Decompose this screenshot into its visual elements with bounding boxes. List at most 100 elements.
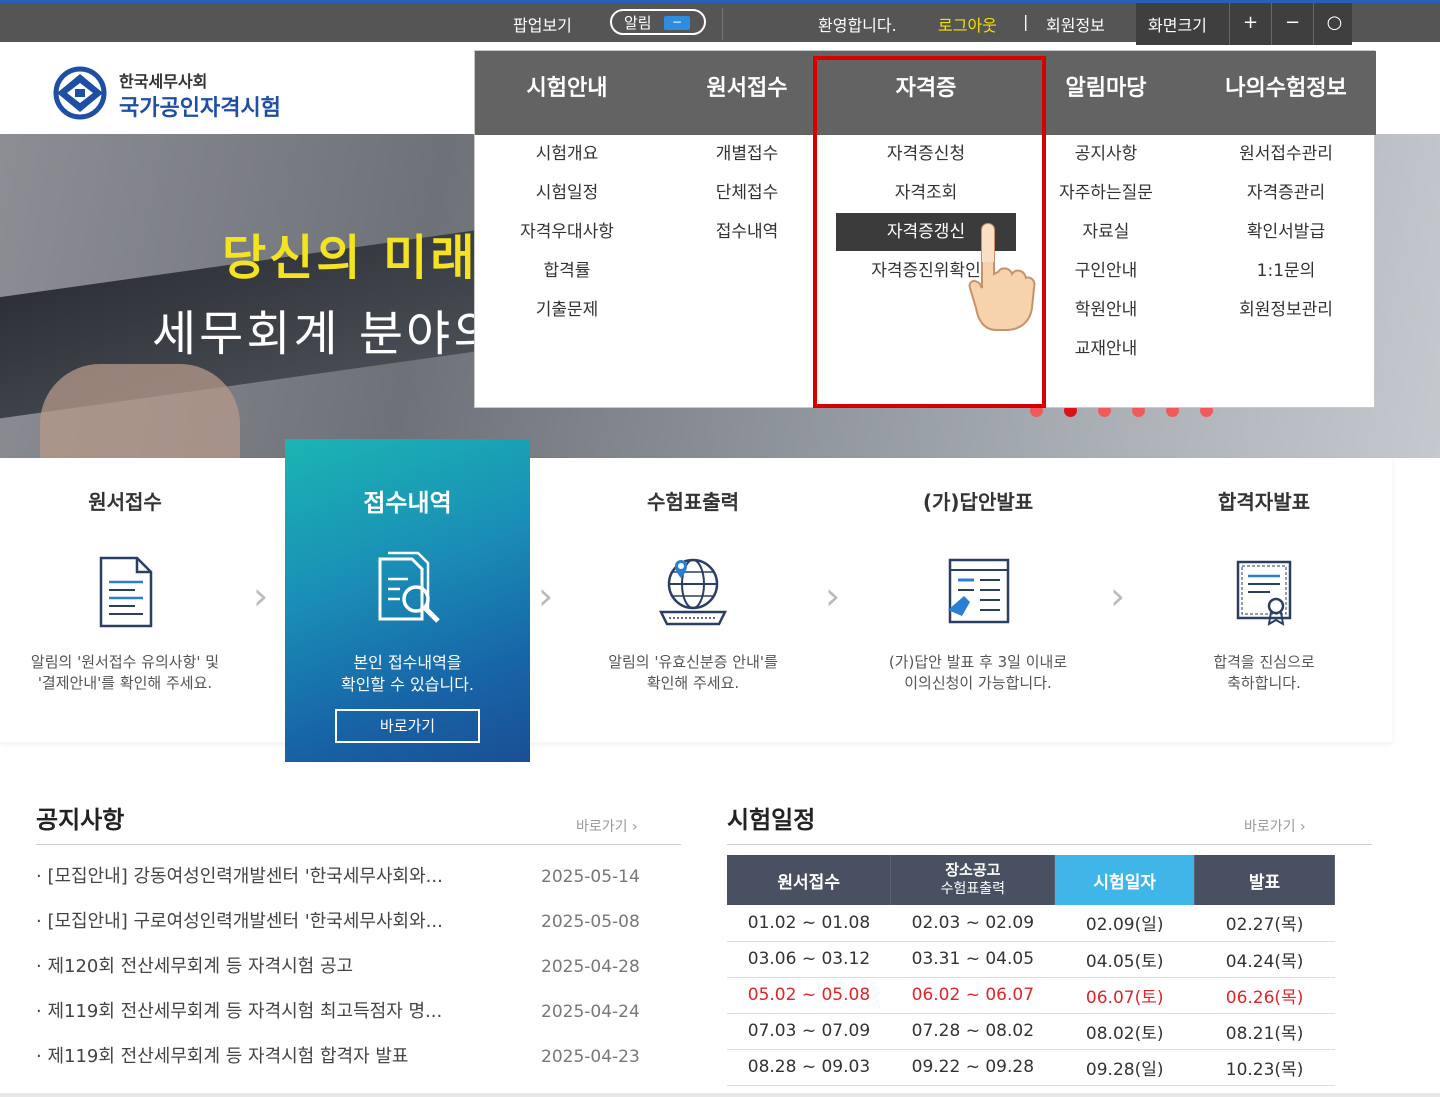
menu-my-exam-info: 나의수험정보 원서접수관리 자격증관리 확인서발급 1:1문의 회원정보관리 (1196, 51, 1376, 336)
table-row: 01.02 ~ 01.08 02.03 ~ 02.09 02.09(일) 02.… (727, 905, 1335, 942)
step-provisional-answers[interactable]: (가)답안발표 (가)답안 발표 후 3일 이내로 이의신청이 가능합니다. (853, 458, 1103, 742)
chevron-right-icon: › (253, 574, 269, 618)
menu-item[interactable]: 회원정보관리 (1196, 297, 1376, 336)
table-cell: 03.06 ~ 03.12 (727, 941, 891, 978)
chevron-right-icon: › (1110, 574, 1126, 618)
logout-link[interactable]: 로그아웃 (938, 12, 997, 36)
pointing-hand-icon (968, 223, 1036, 331)
zoom-in-button[interactable]: + (1229, 3, 1271, 45)
step-desc-line: '결제안내'를 확인해 주세요. (37, 674, 213, 692)
notice-item-title[interactable]: · 제119회 전산세무회계 등 자격시험 최고득점자 명... (36, 997, 506, 1023)
notice-item-title[interactable]: · [모집안내] 구로여성인력개발센터 '한국세무사회와... (36, 907, 506, 933)
menu-item[interactable]: 시험개요 (477, 141, 657, 180)
alarm-toggle[interactable]: 알림 − (610, 9, 706, 35)
notice-section: 공지사항 바로가기 › · [모집안내] 강동여성인력개발센터 '한국세무사회와… (36, 800, 681, 1067)
step-desc: (가)답안 발표 후 3일 이내로 이의신청이 가능합니다. (853, 652, 1103, 694)
step-desc: 합격을 진심으로 축하합니다. (1139, 652, 1389, 694)
notice-item-date: 2025-04-28 (541, 957, 640, 977)
step-receipt-history[interactable]: 접수내역 본인 접수내역을 확인할 수 있습니다. 바로가기 (285, 439, 530, 762)
col-header-announcement: 발표 (1194, 855, 1335, 905)
notice-item[interactable]: · 제119회 전산세무회계 등 자격시험 최고득점자 명... 2025-04-… (36, 995, 681, 1040)
screen-size-control: 화면크기 + − ○ (1136, 3, 1352, 45)
table-row: 07.03 ~ 07.09 07.28 ~ 08.02 08.02(토) 08.… (727, 1013, 1335, 1050)
notice-item[interactable]: · [모집안내] 강동여성인력개발센터 '한국세무사회와... 2025-05-1… (36, 860, 681, 905)
welcome-text: 환영합니다. (818, 16, 897, 35)
notice-item-title[interactable]: · [모집안내] 강동여성인력개발센터 '한국세무사회와... (36, 862, 506, 888)
table-cell: 06.07(토) (1054, 977, 1195, 1014)
table-cell: 06.02 ~ 06.07 (890, 977, 1055, 1014)
step-application[interactable]: 원서접수 알림의 '원서접수 유의사항' 및 '결제안내'를 확인해 주세요. (0, 458, 250, 742)
document-search-icon (378, 551, 440, 623)
step-title: 합격자발표 (1218, 490, 1310, 514)
menu-item[interactable]: 단체접수 (657, 180, 837, 219)
table-cell: 02.03 ~ 02.09 (890, 905, 1055, 942)
menu-header-application[interactable]: 원서접수 (657, 51, 837, 135)
zoom-reset-button[interactable]: ○ (1313, 3, 1355, 45)
step-desc-line: 확인할 수 있습니다. (340, 675, 475, 694)
table-cell: 09.28(일) (1054, 1049, 1195, 1086)
col-header-venue-line: 장소공고 (945, 861, 1001, 879)
step-desc-line: (가)답안 발표 후 3일 이내로 (888, 653, 1068, 671)
step-desc-line: 확인해 주세요. (646, 674, 740, 692)
notice-item-date: 2025-05-14 (541, 867, 640, 887)
notice-item-date: 2025-04-23 (541, 1047, 640, 1067)
logo-site-name: 국가공인자격시험 (119, 96, 281, 121)
notice-item-title[interactable]: · 제119회 전산세무회계 등 자격시험 합격자 발표 (36, 1042, 506, 1068)
schedule-section: 시험일정 바로가기 › 원서접수 장소공고 수험표출력 시험일자 발표 01.0… (727, 800, 1372, 1086)
table-row: 03.06 ~ 03.12 03.31 ~ 04.05 04.05(토) 04.… (727, 941, 1335, 978)
notice-item-date: 2025-04-24 (541, 1002, 640, 1022)
site-logo[interactable]: 한국세무사회 국가공인자격시험 (53, 66, 313, 122)
table-cell: 07.28 ~ 08.02 (890, 1013, 1055, 1050)
table-cell: 02.09(일) (1054, 905, 1195, 942)
notice-item[interactable]: · [모집안내] 구로여성인력개발센터 '한국세무사회와... 2025-05-0… (36, 905, 681, 950)
col-header-ticket-line: 수험표출력 (940, 881, 1006, 897)
certificate-icon (1236, 560, 1292, 626)
top-utility-bar: 팝업보기 알림 − 환영합니다. 로그아웃 | 회원정보 화면크기 + − ○ (0, 0, 1440, 45)
notice-item-title[interactable]: · 제120회 전산세무회계 등 자격시험 공고 (36, 952, 506, 978)
table-cell: 05.02 ~ 05.08 (727, 977, 891, 1014)
menu-item[interactable]: 1:1문의 (1196, 258, 1376, 297)
chevron-right-icon: › (538, 574, 554, 618)
step-title: 원서접수 (88, 490, 162, 514)
shortcut-button[interactable]: 바로가기 (335, 709, 480, 743)
step-admission-ticket[interactable]: 수험표출력 알림의 '유효신분증 안내'를 확인해 주세요. (568, 458, 818, 742)
notice-item[interactable]: · 제120회 전산세무회계 등 자격시험 공고 2025-04-28 (36, 950, 681, 995)
menu-item[interactable]: 확인서발급 (1196, 219, 1376, 258)
menu-header-exam-info[interactable]: 시험안내 (477, 51, 657, 135)
step-desc-line: 알림의 '원서접수 유의사항' 및 (30, 653, 220, 671)
page-bottom-border (0, 1093, 1440, 1097)
menu-item[interactable]: 시험일정 (477, 180, 657, 219)
menu-item[interactable]: 합격률 (477, 258, 657, 297)
menu-item[interactable]: 접수내역 (657, 219, 837, 258)
menu-item[interactable]: 자격증관리 (1196, 180, 1376, 219)
table-row: 08.28 ~ 09.03 09.22 ~ 09.28 09.28(일) 10.… (727, 1049, 1335, 1086)
popup-view-link[interactable]: 팝업보기 (513, 12, 572, 36)
step-title: 접수내역 (363, 489, 452, 517)
step-desc-line: 알림의 '유효신분증 안내'를 (608, 653, 778, 671)
table-cell: 10.23(목) (1194, 1049, 1335, 1086)
notice-list: · [모집안내] 강동여성인력개발센터 '한국세무사회와... 2025-05-1… (36, 860, 681, 1085)
member-info-link[interactable]: 회원정보 (1046, 12, 1105, 36)
table-cell: 03.31 ~ 04.05 (890, 941, 1055, 978)
zoom-out-button[interactable]: − (1271, 3, 1313, 45)
table-cell: 07.03 ~ 07.09 (727, 1013, 891, 1050)
table-cell: 06.26(목) (1194, 977, 1335, 1014)
col-header-application: 원서접수 (727, 855, 892, 905)
notice-item[interactable]: · 제119회 전산세무회계 등 자격시험 합격자 발표 2025-04-23 (36, 1040, 681, 1085)
step-title: 수험표출력 (647, 490, 739, 514)
step-pass-announcement[interactable]: 합격자발표 합격을 진심으로 축하합니다. (1139, 458, 1389, 742)
table-cell: 04.05(토) (1054, 941, 1195, 978)
menu-header-my-exam-info[interactable]: 나의수험정보 (1196, 51, 1376, 135)
menu-item[interactable]: 자격우대사항 (477, 219, 657, 258)
notice-item-date: 2025-05-08 (541, 912, 640, 932)
schedule-more-link[interactable]: 바로가기 › (1244, 816, 1306, 836)
menu-item[interactable]: 원서접수관리 (1196, 141, 1376, 180)
menu-item[interactable]: 기출문제 (477, 297, 657, 336)
menu-exam-info: 시험안내 시험개요 시험일정 자격우대사항 합격률 기출문제 (477, 51, 657, 336)
step-title: (가)답안발표 (922, 490, 1034, 514)
alarm-switch[interactable]: − (664, 16, 690, 30)
menu-item[interactable]: 개별접수 (657, 141, 837, 180)
step-desc: 알림의 '원서접수 유의사항' 및 '결제안내'를 확인해 주세요. (0, 652, 250, 694)
document-icon (99, 556, 153, 628)
notice-more-link[interactable]: 바로가기 › (576, 816, 638, 836)
